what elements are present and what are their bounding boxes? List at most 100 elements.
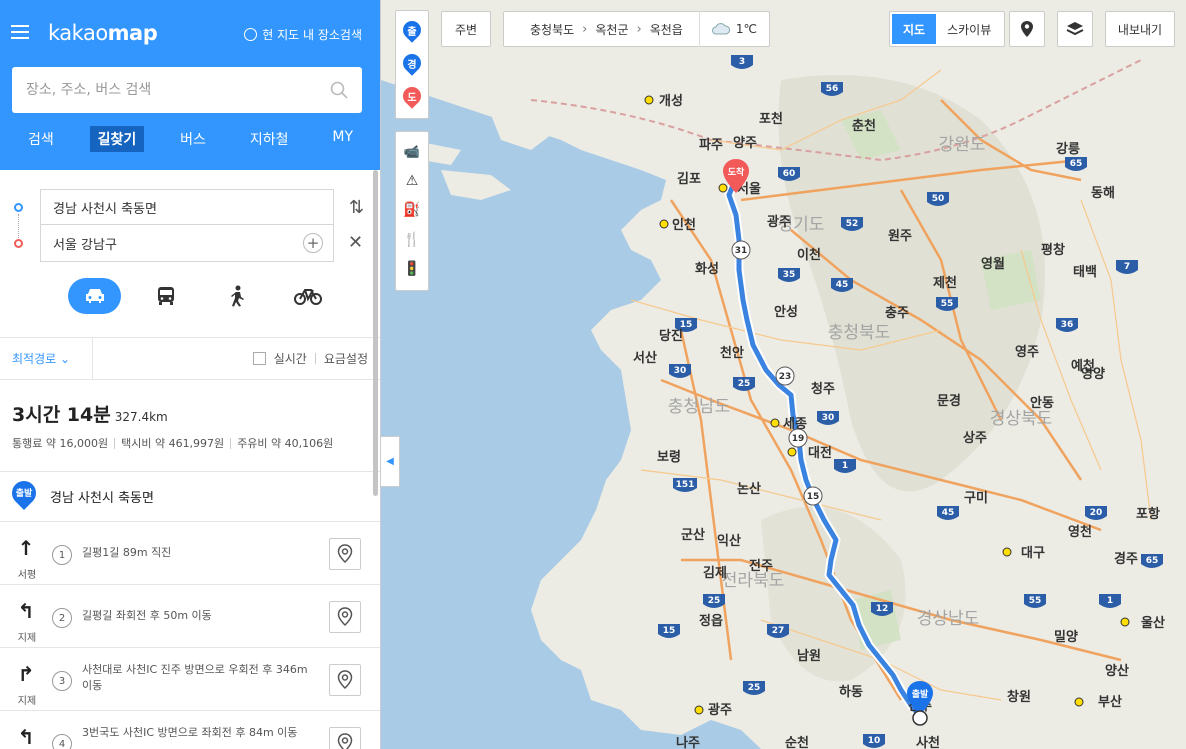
route-step[interactable]: ↰ 4 3번국도 사천IC 방면으로 좌회전 후 84m 이동 xyxy=(0,711,380,749)
svg-text:밀양: 밀양 xyxy=(1054,630,1078,645)
bike-icon xyxy=(293,289,322,305)
mode-bus-button[interactable] xyxy=(139,278,192,314)
logo[interactable]: kakaomap xyxy=(48,21,158,45)
traffic-light-icon[interactable]: 🚦 xyxy=(403,261,420,277)
svg-text:김포: 김포 xyxy=(677,172,701,187)
svg-text:익산: 익산 xyxy=(717,533,741,549)
car-icon xyxy=(85,289,104,303)
step-map-button[interactable] xyxy=(329,727,361,749)
location-button[interactable] xyxy=(1009,11,1045,47)
step-map-button[interactable] xyxy=(329,601,361,633)
svg-text:36: 36 xyxy=(1061,320,1074,330)
step-direction-label: 지제 xyxy=(17,633,37,644)
travel-time: 3시간 14분 xyxy=(12,404,111,426)
route-step[interactable]: ↑ 서평 1 길평1길 89m 직진 xyxy=(0,522,380,585)
svg-text:원주: 원주 xyxy=(888,229,912,244)
temperature: 1℃ xyxy=(735,22,757,36)
svg-text:전주: 전주 xyxy=(749,558,773,574)
map-view[interactable]: 31 23 19 15 35 45 52 60 65 50 55 30 25 3… xyxy=(381,0,1186,749)
map-origin-marker[interactable]: 출발 xyxy=(906,680,934,726)
svg-text:전라북도: 전라북도 xyxy=(722,571,785,591)
turn-left-icon: ↰ xyxy=(17,599,35,623)
fare-settings-link[interactable]: 요금설정 xyxy=(324,350,368,367)
gas-station-icon[interactable]: ⛽ xyxy=(403,202,420,218)
panel-scrollbar[interactable] xyxy=(373,170,378,496)
tab-bus[interactable]: 버스 xyxy=(172,126,214,152)
svg-text:강릉: 강릉 xyxy=(1056,141,1080,157)
tab-my[interactable]: MY xyxy=(324,126,361,152)
add-waypoint-button[interactable]: + xyxy=(303,233,323,253)
svg-text:남원: 남원 xyxy=(797,648,821,664)
via-marker-button[interactable]: 경 xyxy=(399,49,425,76)
svg-text:충청북도: 충청북도 xyxy=(828,323,891,343)
route-step[interactable]: ↰ 지제 2 길평길 좌회전 후 50m 이동 xyxy=(0,585,380,648)
logo-text-bold: map xyxy=(107,21,158,45)
swap-icon[interactable]: ⇅ xyxy=(349,197,364,218)
start-row[interactable]: 출발 경남 사천시 축동면 xyxy=(0,472,380,522)
skyview-button[interactable]: 스카이뷰 xyxy=(936,14,1002,44)
svg-text:군산: 군산 xyxy=(681,527,705,543)
svg-text:3: 3 xyxy=(739,57,745,67)
export-button[interactable]: 내보내기 xyxy=(1105,11,1175,47)
realtime-checkbox[interactable] xyxy=(252,352,266,365)
search-icon[interactable] xyxy=(330,81,348,99)
map-canvas[interactable]: 31 23 19 15 35 45 52 60 65 50 55 30 25 3… xyxy=(381,0,1186,749)
step-map-button[interactable] xyxy=(329,664,361,696)
tab-directions[interactable]: 길찾기 xyxy=(89,126,145,152)
step-map-button[interactable] xyxy=(329,538,361,570)
svg-text:포항: 포항 xyxy=(1136,506,1160,522)
svg-text:경상남도: 경상남도 xyxy=(917,609,980,629)
route-step[interactable]: ↱ 지제 3 사천대로 사천IC 진주 방면으로 우회전 후 346m 이동 xyxy=(0,648,380,711)
svg-text:55: 55 xyxy=(941,299,954,309)
map-pin-icon xyxy=(337,607,353,627)
radio-icon[interactable] xyxy=(244,28,258,41)
origin-field[interactable]: 경남 사천시 축동면 xyxy=(40,189,334,225)
svg-text:구미: 구미 xyxy=(964,490,988,506)
end-marker-button[interactable]: 도 xyxy=(399,82,425,109)
search-input[interactable] xyxy=(26,82,330,98)
cctv-icon[interactable]: 📹 xyxy=(404,145,420,160)
mode-bike-button[interactable] xyxy=(281,278,334,314)
svg-text:태백: 태백 xyxy=(1073,265,1097,280)
map-pin-icon xyxy=(337,670,353,690)
best-route-dropdown[interactable]: 최적경로 ⌄ xyxy=(12,337,94,380)
mode-car-button[interactable] xyxy=(68,278,121,314)
close-icon[interactable]: ✕ xyxy=(348,232,363,253)
route-connector xyxy=(18,214,19,238)
svg-text:영천: 영천 xyxy=(1068,525,1092,540)
svg-text:1: 1 xyxy=(1107,596,1113,606)
svg-text:1: 1 xyxy=(842,461,848,471)
destination-field[interactable]: 서울 강남구 xyxy=(53,234,117,253)
svg-text:19: 19 xyxy=(792,434,805,444)
svg-text:30: 30 xyxy=(822,413,835,423)
collapse-panel-button[interactable]: ◀ xyxy=(381,436,400,487)
mode-walk-button[interactable] xyxy=(210,278,263,314)
svg-text:제천: 제천 xyxy=(933,276,957,291)
layers-button[interactable] xyxy=(1057,11,1093,47)
local-search-toggle[interactable]: 현 지도 내 장소검색 xyxy=(244,26,362,43)
tab-subway[interactable]: 지하철 xyxy=(242,126,297,152)
app: kakaomap 현 지도 내 장소검색 검색 길찾기 버스 지하철 MY 경남… xyxy=(0,0,1186,749)
breadcrumb-province[interactable]: 충청북도 xyxy=(522,21,582,38)
weather-widget[interactable]: 1℃ xyxy=(698,11,769,47)
svg-text:25: 25 xyxy=(738,379,751,389)
restaurant-icon[interactable]: 🍴 xyxy=(403,232,420,248)
menu-icon[interactable] xyxy=(11,25,29,39)
warning-icon[interactable]: ⚠ xyxy=(406,173,419,189)
start-marker-button[interactable]: 출 xyxy=(399,16,425,43)
near-button[interactable]: 주변 xyxy=(441,11,491,47)
map-view-button[interactable]: 지도 xyxy=(892,14,937,44)
turn-left-icon: ↰ xyxy=(17,725,35,749)
svg-text:충주: 충주 xyxy=(885,305,909,321)
svg-text:세종: 세종 xyxy=(783,417,807,432)
breadcrumb-county[interactable]: 옥천군 xyxy=(587,21,636,38)
tab-search[interactable]: 검색 xyxy=(20,126,62,152)
svg-text:논산: 논산 xyxy=(737,481,761,497)
svg-text:부산: 부산 xyxy=(1098,694,1122,710)
map-destination-marker[interactable]: 도착 xyxy=(722,158,750,194)
realtime-label[interactable]: 실시간 xyxy=(274,350,307,367)
side-panel: kakaomap 현 지도 내 장소검색 검색 길찾기 버스 지하철 MY 경남… xyxy=(0,0,381,749)
destination-field-wrap[interactable]: 서울 강남구 + xyxy=(40,225,334,262)
svg-text:15: 15 xyxy=(807,492,820,502)
breadcrumb-town[interactable]: 옥천읍 xyxy=(642,21,691,38)
